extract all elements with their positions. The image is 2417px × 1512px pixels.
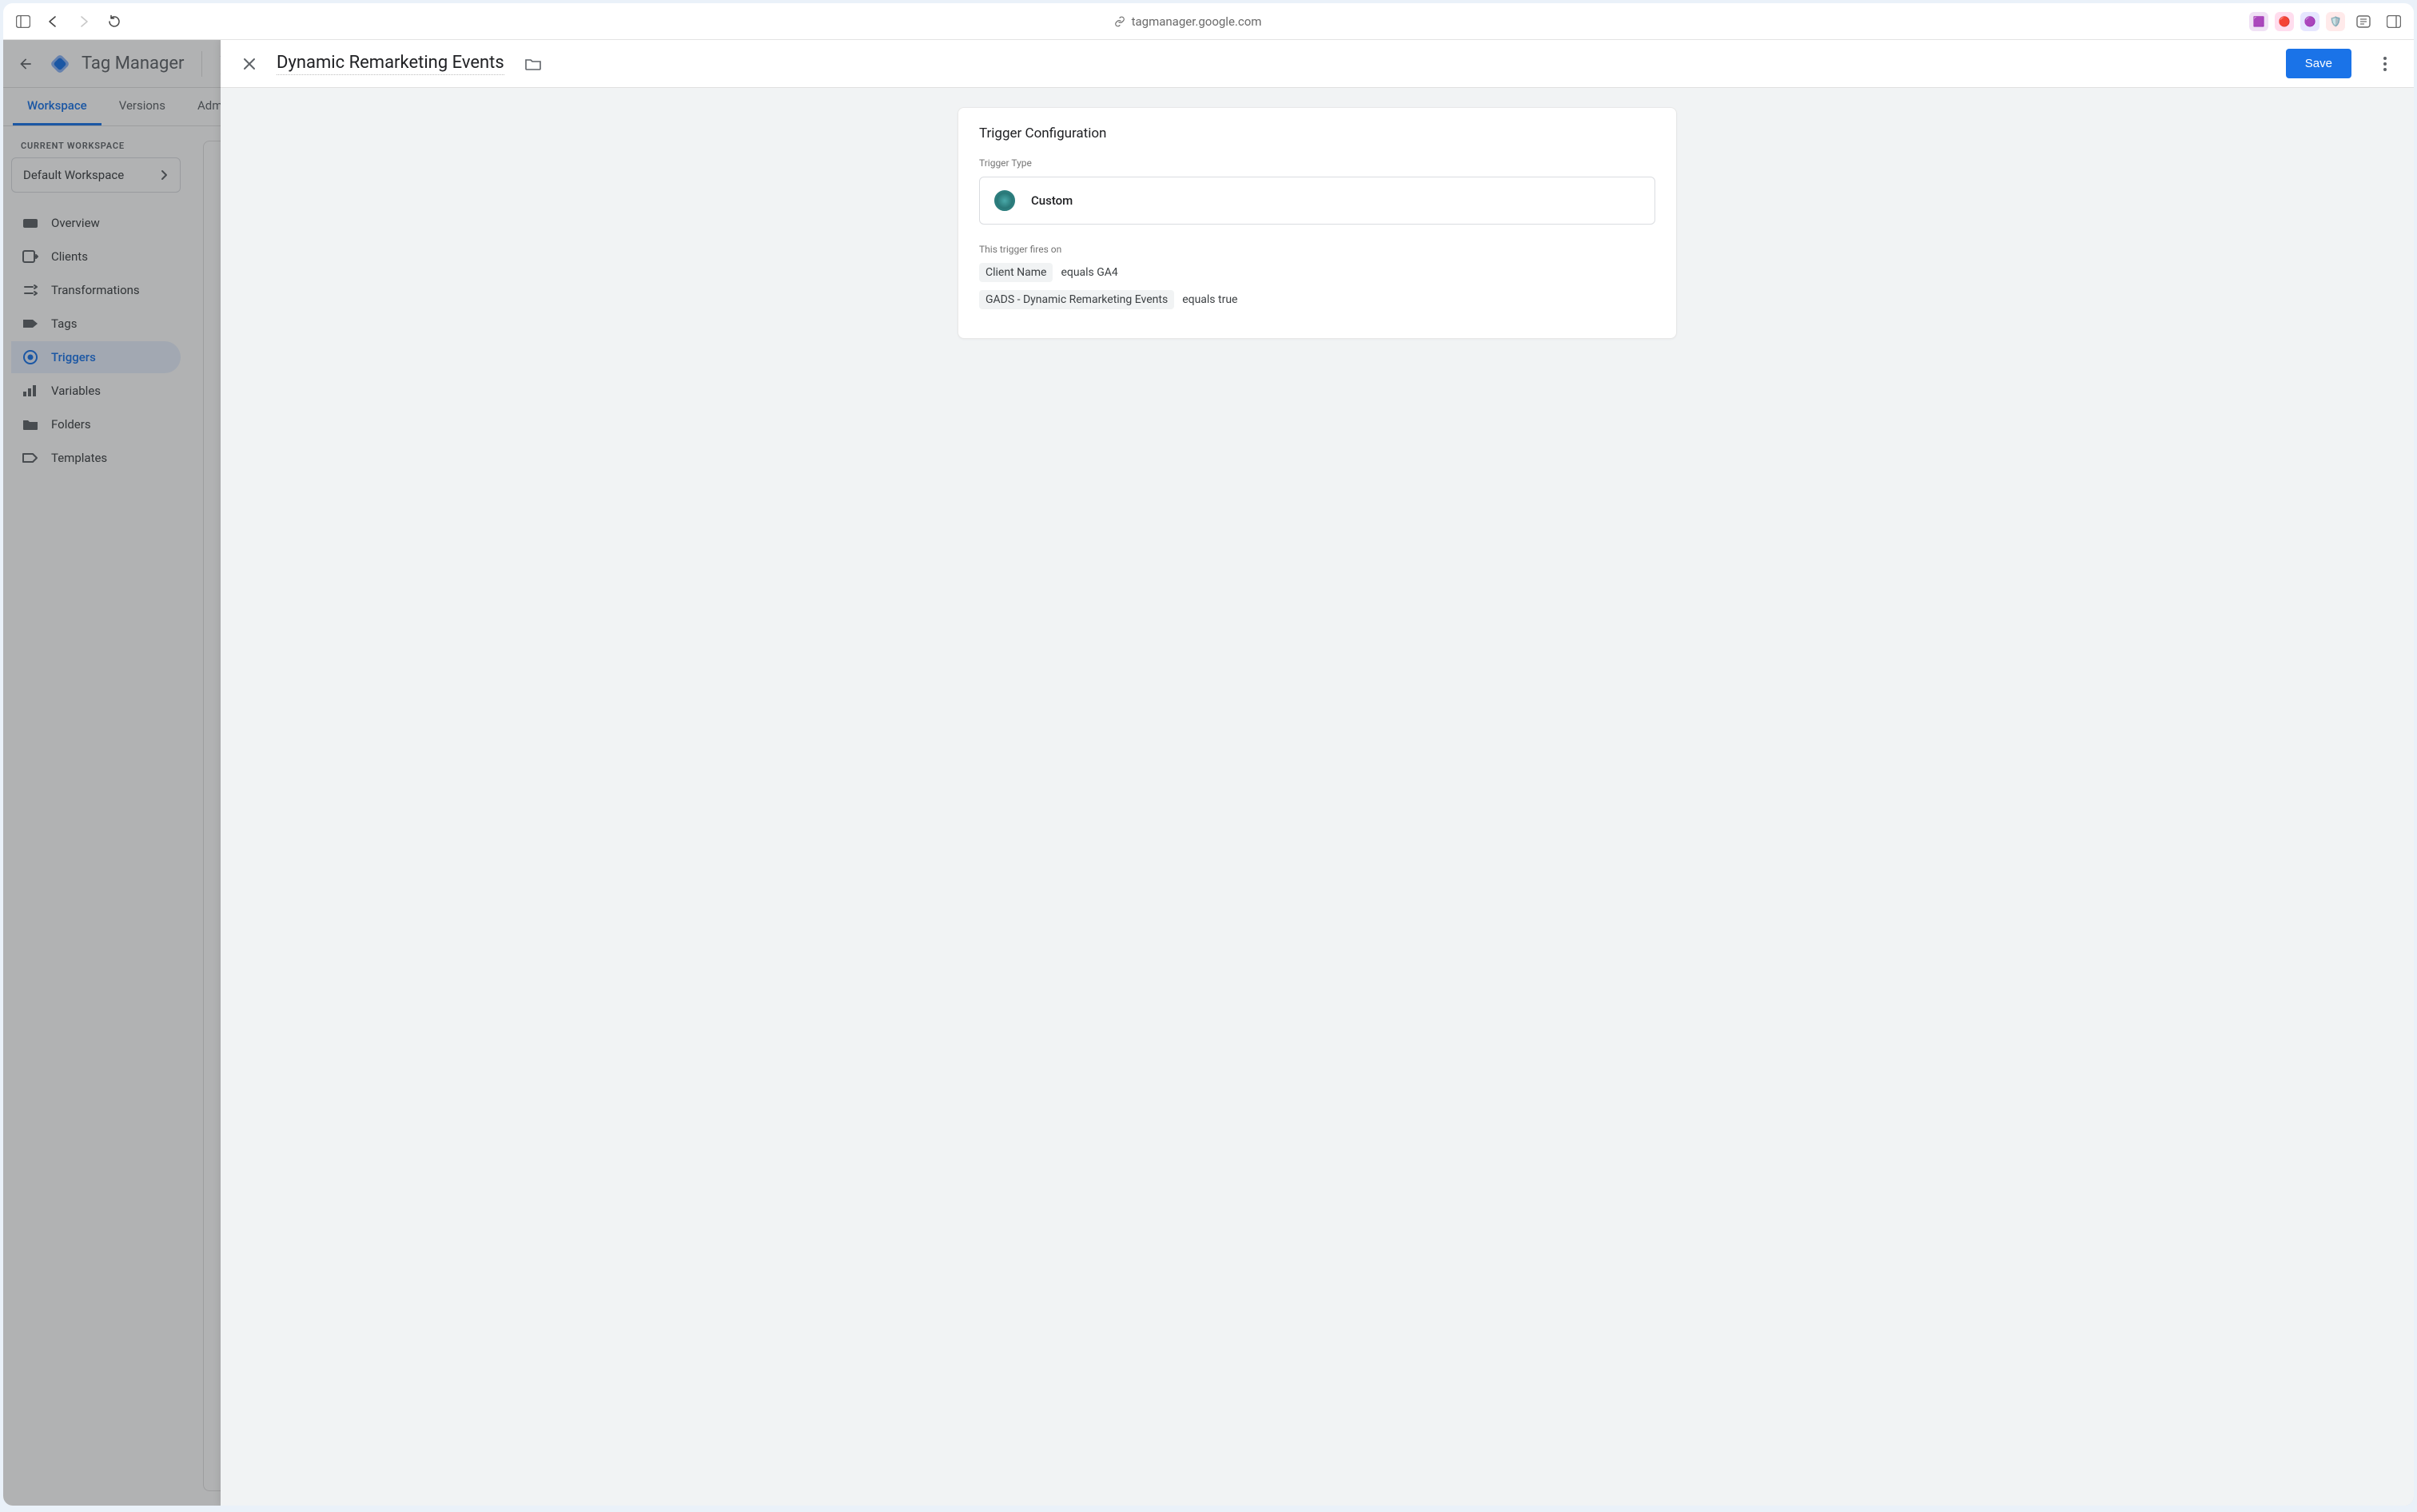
trigger-type-name: Custom <box>1031 193 1073 208</box>
trigger-type-selector[interactable]: Custom <box>979 177 1655 225</box>
extension-icon[interactable]: 🔴 <box>2275 12 2294 31</box>
reader-icon[interactable] <box>2351 10 2375 34</box>
nav-forward-icon <box>72 10 96 34</box>
panel-body: Trigger Configuration Trigger Type Custo… <box>221 88 2414 1506</box>
save-button[interactable]: Save <box>2286 49 2351 78</box>
more-options-icon[interactable] <box>2372 51 2398 77</box>
panel-header: Dynamic Remarketing Events Save <box>221 40 2414 88</box>
custom-trigger-icon <box>994 190 1015 211</box>
extension-icon[interactable]: 🟣 <box>2300 12 2319 31</box>
fires-on-label: This trigger fires on <box>979 244 1655 255</box>
reload-icon[interactable] <box>102 10 126 34</box>
folder-icon[interactable] <box>522 53 544 75</box>
close-icon[interactable] <box>237 51 262 77</box>
sidebar-toggle-icon[interactable] <box>11 10 35 34</box>
link-icon <box>1114 16 1125 27</box>
url-bar[interactable]: tagmanager.google.com <box>133 14 2243 29</box>
trigger-editor-panel: Dynamic Remarketing Events Save Trigger … <box>221 40 2414 1506</box>
condition-variable: Client Name <box>979 263 1053 282</box>
condition-variable: GADS - Dynamic Remarketing Events <box>979 290 1174 309</box>
condition-row: GADS - Dynamic Remarketing Events equals… <box>979 290 1655 309</box>
panel-title[interactable]: Dynamic Remarketing Events <box>277 53 504 75</box>
condition-op-value: equals GA4 <box>1061 266 1117 279</box>
trigger-type-label: Trigger Type <box>979 157 1655 169</box>
url-text: tagmanager.google.com <box>1132 14 1262 29</box>
extensions-group: 🟪 🔴 🟣 🛡️ <box>2249 10 2406 34</box>
nav-back-icon[interactable] <box>42 10 66 34</box>
trigger-configuration-card[interactable]: Trigger Configuration Trigger Type Custo… <box>958 107 1677 339</box>
config-title: Trigger Configuration <box>979 125 1655 141</box>
condition-op-value: equals true <box>1182 293 1237 306</box>
extension-icon[interactable]: 🛡️ <box>2326 12 2345 31</box>
browser-toolbar: tagmanager.google.com 🟪 🔴 🟣 🛡️ <box>3 3 2414 40</box>
panel-right-icon[interactable] <box>2382 10 2406 34</box>
extension-icon[interactable]: 🟪 <box>2249 12 2268 31</box>
condition-row: Client Name equals GA4 <box>979 263 1655 282</box>
